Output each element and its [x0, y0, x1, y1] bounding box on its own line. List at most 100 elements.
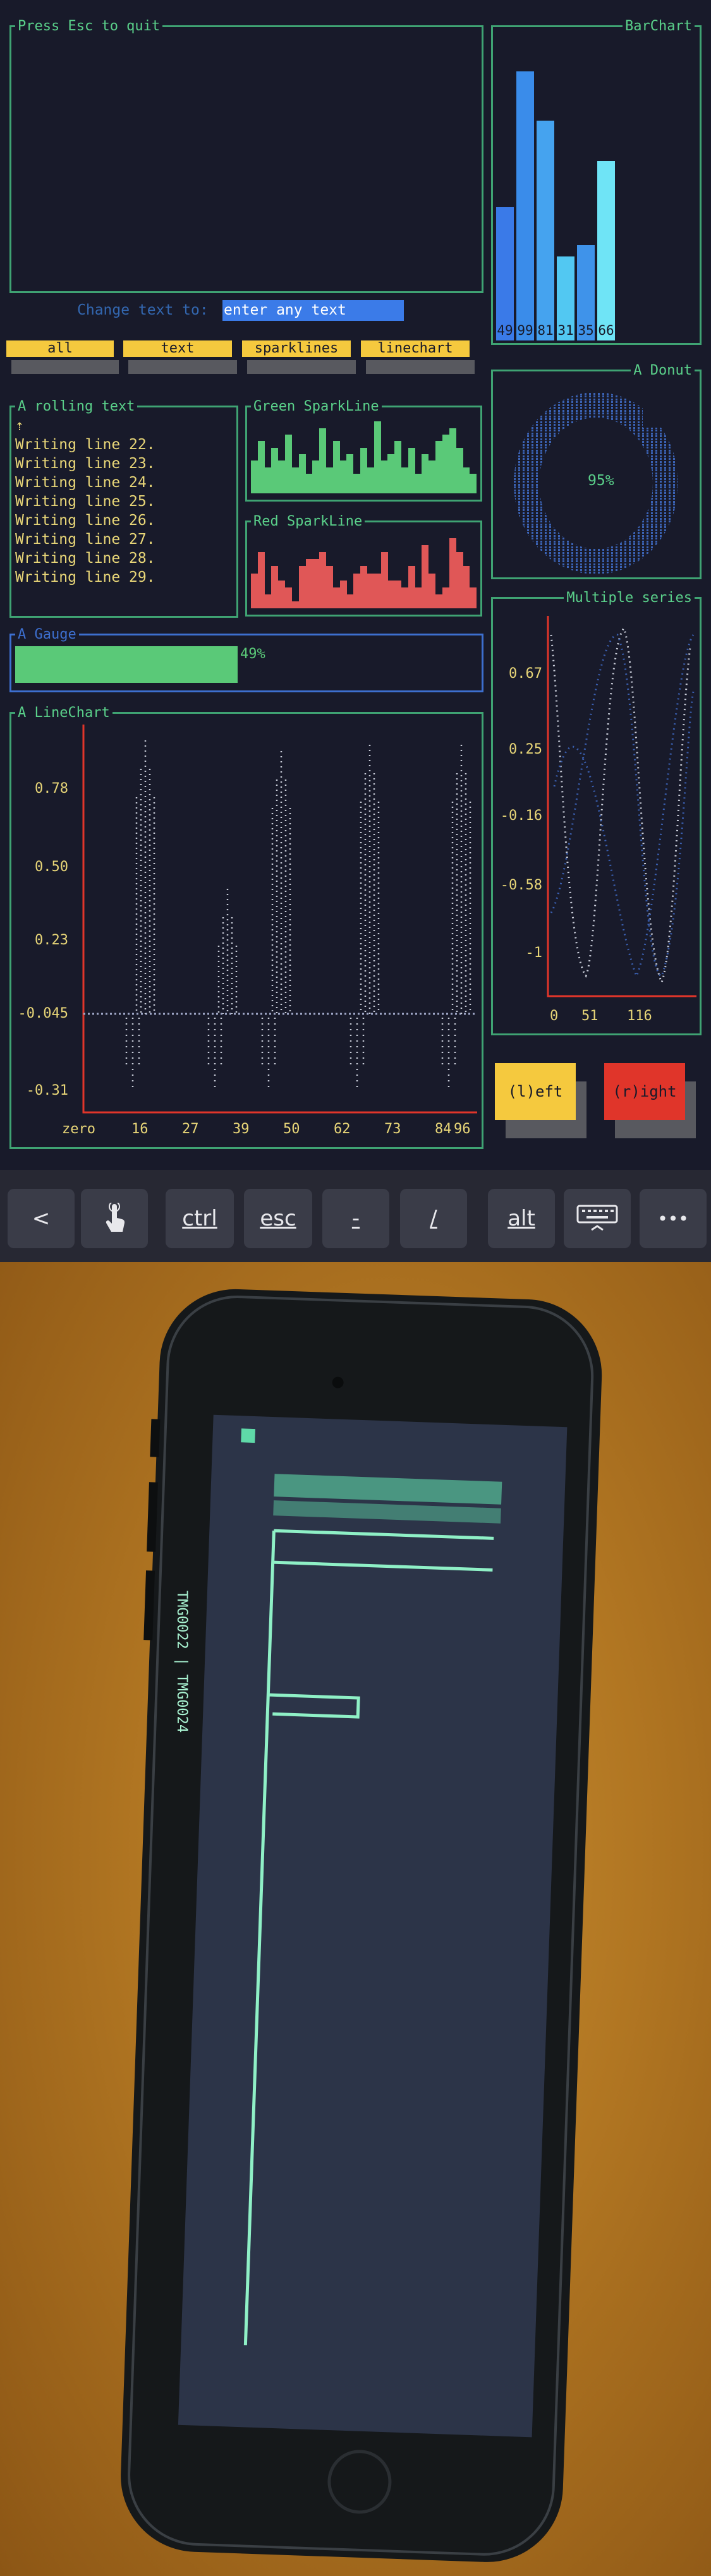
left-button[interactable]: (l)eft: [495, 1063, 576, 1120]
sparkline-bar: [333, 587, 340, 608]
sparkline-bar: [271, 566, 278, 608]
ctrl-key-label: ctrl: [182, 1206, 217, 1231]
sparkline-bar: [470, 587, 477, 608]
sparkline-bar: [251, 460, 258, 493]
sparkline-bar: [285, 587, 292, 608]
sparkline-bar: [271, 448, 278, 493]
keyboard-toggle-key[interactable]: [564, 1189, 631, 1248]
multi-series-line: [553, 634, 695, 978]
sparkline-bar: [367, 574, 374, 608]
barchart-bar-label: 99: [516, 323, 534, 338]
sparkline-bar: [346, 594, 353, 608]
more-key-label: •••: [657, 1208, 689, 1229]
barchart-bar-label: 31: [557, 323, 574, 338]
rolling-text-line: ⇡: [15, 418, 24, 434]
right-button[interactable]: (r)ight: [604, 1063, 685, 1120]
gauge-panel: A Gauge 49%: [9, 627, 483, 692]
barchart-panel: BarChart 49 99 81 31 35 66: [491, 18, 702, 345]
sparkline-bar: [394, 441, 401, 493]
ctrl-key[interactable]: ctrl: [166, 1189, 234, 1248]
back-key[interactable]: <: [8, 1189, 75, 1248]
tab-text[interactable]: text: [123, 340, 232, 357]
top-panel-title: Press Esc to quit: [15, 18, 163, 35]
tab-linechart-shadow: [366, 360, 475, 374]
back-key-label: <: [32, 1206, 51, 1231]
alt-key[interactable]: alt: [488, 1189, 555, 1248]
sparkline-bar: [278, 460, 285, 493]
barchart-bar-label: 49: [496, 323, 514, 338]
green-sparkline-bars: [251, 415, 477, 493]
tab-linechart[interactable]: linechart: [361, 340, 470, 357]
sparkline-bar: [258, 441, 265, 493]
change-text-input[interactable]: enter any text: [222, 300, 404, 321]
rolling-text-title: A rolling text: [15, 399, 138, 415]
tab-text-shadow: [128, 360, 237, 374]
tab-all[interactable]: all: [6, 340, 114, 357]
keyboard-icon: [576, 1205, 618, 1231]
esc-key-label: esc: [260, 1206, 296, 1231]
donut-panel: A Donut 95%: [491, 363, 702, 579]
linechart-panel: A LineChart 0.78 0.50 0.23 -0.045 -0.31 zero…: [9, 705, 483, 1149]
sparkline-bar: [258, 552, 265, 608]
rolling-text-line: Writing line 26.: [15, 512, 155, 529]
green-sparkline-panel: Green SparkLine: [245, 399, 482, 502]
red-sparkline-panel: Red SparkLine: [245, 514, 482, 617]
dash-key-label: -: [351, 1206, 360, 1231]
sparkline-bar: [408, 566, 415, 608]
sparkline-bar: [326, 467, 333, 493]
sparkline-bar: [251, 574, 258, 608]
sparkline-bar: [408, 448, 415, 493]
green-sparkline-title: Green SparkLine: [251, 399, 382, 415]
rolling-text-line: Writing line 25.: [15, 493, 155, 510]
touch-key[interactable]: [81, 1189, 148, 1248]
sparkline-bar: [387, 454, 394, 493]
barchart-bar: [597, 161, 615, 340]
gauge-title: A Gauge: [15, 627, 79, 643]
sparkline-bar: [470, 474, 477, 493]
sparkline-bar: [312, 460, 319, 493]
rolling-text-line: Writing line 22.: [15, 436, 155, 453]
slash-key[interactable]: /: [400, 1189, 467, 1248]
gauge-value: 49%: [240, 646, 265, 662]
dash-key[interactable]: -: [322, 1189, 389, 1248]
change-text-placeholder: enter any text: [224, 302, 346, 318]
phone-illustration: [121, 1289, 602, 2562]
sparkline-bar: [428, 574, 435, 608]
esc-key[interactable]: esc: [244, 1189, 312, 1248]
left-button-label: (l)eft: [507, 1083, 563, 1100]
sparkline-bar: [422, 545, 428, 608]
sparkline-bar: [449, 538, 456, 608]
sparkline-bar: [367, 467, 374, 493]
sparkline-bar: [319, 428, 326, 493]
sparkline-bar: [346, 454, 353, 493]
barchart-bar-label: 35: [577, 323, 595, 338]
sparkline-bar: [449, 428, 456, 493]
sparkline-bar: [463, 467, 470, 493]
slash-key-label: /: [430, 1206, 437, 1231]
alt-key-label: alt: [507, 1206, 535, 1231]
sparkline-bar: [435, 441, 442, 493]
multi-series-line: [550, 627, 691, 985]
sparkline-bar: [435, 594, 442, 608]
sparkline-bar: [442, 587, 449, 608]
sparkline-bar: [442, 435, 449, 493]
top-panel: Press Esc to quit: [9, 18, 483, 293]
rolling-text-line: Writing line 24.: [15, 474, 155, 491]
sparkline-bar: [360, 566, 367, 608]
multi-series-plot: [547, 616, 696, 997]
multi-series-panel: Multiple series 0.67 0.25 -0.16 -0.58 -1 0 51…: [491, 590, 702, 1035]
tab-sparklines[interactable]: sparklines: [242, 340, 351, 357]
linechart-plot: [82, 725, 477, 1114]
barchart-bar: [516, 71, 534, 340]
rolling-text-panel: A rolling text ⇡ Writing line 22. Writing …: [9, 399, 238, 618]
multi-series-axis: [547, 616, 696, 997]
sparkline-bar: [299, 454, 306, 493]
donut-value: 95%: [588, 472, 614, 489]
sparkline-bar: [463, 566, 470, 608]
more-key[interactable]: •••: [640, 1189, 707, 1248]
sparkline-bar: [278, 581, 285, 608]
sparkline-bar: [299, 566, 306, 608]
sparkline-bar: [422, 454, 428, 493]
change-text-label: Change text to:: [77, 302, 209, 318]
right-button-label: (r)ight: [612, 1083, 677, 1100]
